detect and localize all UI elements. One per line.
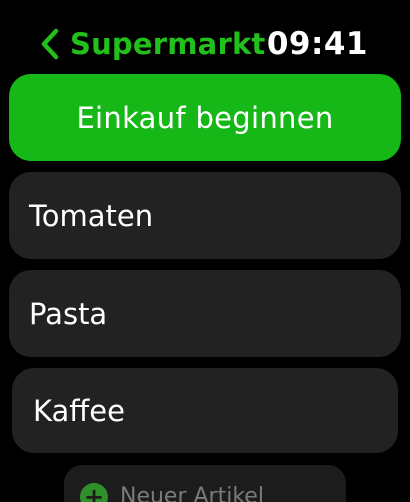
list-item[interactable]: Kaffee	[12, 368, 398, 453]
list-item-label: Kaffee	[33, 393, 125, 428]
status-bar: Supermarkt 09:41	[0, 0, 410, 66]
list-item-label: Tomaten	[29, 198, 154, 233]
new-item-button[interactable]: + Neuer Artikel	[64, 465, 346, 502]
back-button[interactable]: Supermarkt	[40, 24, 266, 64]
back-title: Supermarkt	[70, 27, 266, 61]
start-shopping-button[interactable]: Einkauf beginnen	[9, 74, 401, 161]
clock: 09:41	[266, 26, 368, 62]
list-item-label: Pasta	[29, 296, 108, 331]
new-item-label: Neuer Artikel	[120, 484, 264, 502]
list-item[interactable]: Tomaten	[9, 172, 401, 259]
plus-circle-icon: +	[80, 483, 108, 502]
list-item[interactable]: Pasta	[9, 270, 401, 357]
chevron-left-icon	[40, 28, 60, 60]
